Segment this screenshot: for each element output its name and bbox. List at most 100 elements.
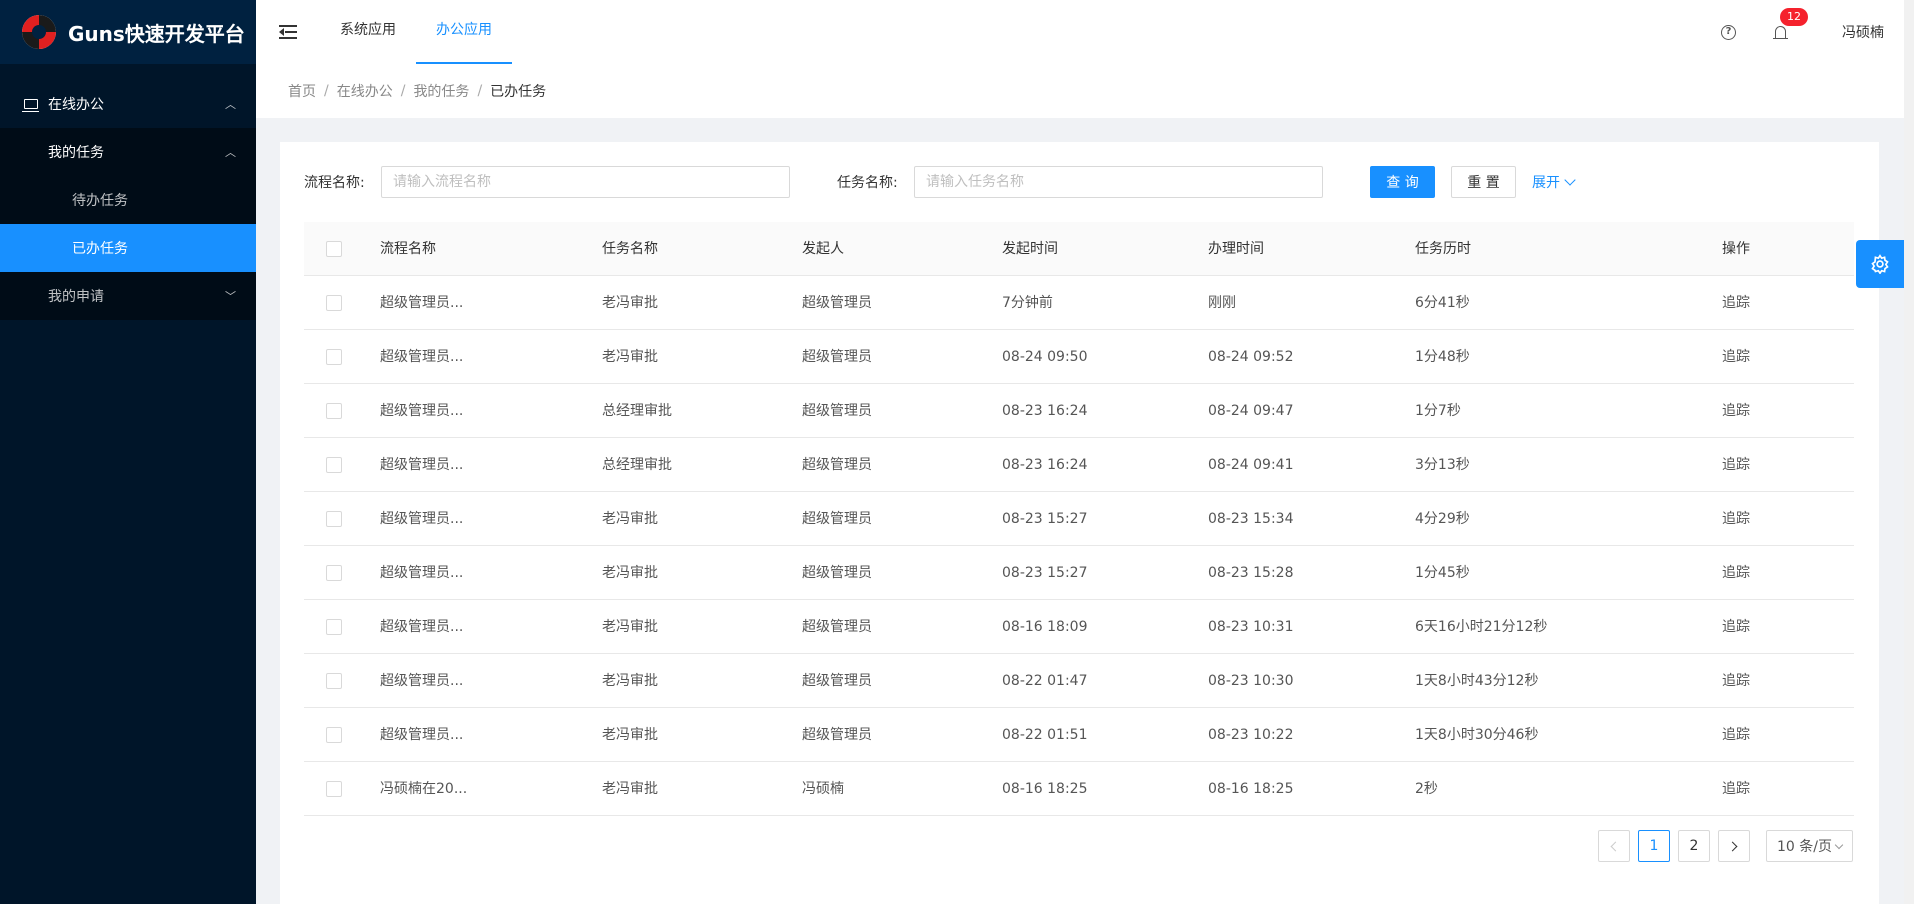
submenu: 我的任务 ︿ 待办任务 已办任务 我的申请 ﹀	[0, 128, 256, 320]
cell-duration: 1天8小时43分12秒	[1415, 673, 1539, 689]
expand-toggle[interactable]: 展开	[1532, 172, 1576, 192]
track-link[interactable]: 追踪	[1722, 384, 1750, 438]
page-2[interactable]: 2	[1678, 830, 1711, 862]
track-link[interactable]: 追踪	[1722, 654, 1750, 708]
table-row[interactable]: 超级管理员... 总经理审批 超级管理员 08-23 16:24 08-24 09:41…	[304, 438, 1854, 492]
menu-fold-icon[interactable]	[256, 0, 320, 64]
scrollbar[interactable]	[1904, 0, 1914, 904]
breadcrumb-my-tasks[interactable]: 我的任务	[413, 81, 469, 101]
cell-initiator: 超级管理员	[802, 403, 872, 419]
page-size-label: 10 条/页	[1777, 839, 1832, 855]
table-row[interactable]: 超级管理员... 老冯审批 超级管理员 08-23 15:27 08-23 15:34 4…	[304, 492, 1854, 546]
breadcrumb: 首页 / 在线办公 / 我的任务 / 已办任务	[256, 64, 1904, 118]
cell-initiator: 超级管理员	[802, 457, 872, 473]
col-start-time: 发起时间	[1002, 241, 1058, 257]
cell-start-time: 7分钟前	[1002, 295, 1053, 311]
chevron-left-icon	[1610, 841, 1621, 851]
cell-duration: 6天16小时21分12秒	[1415, 619, 1548, 635]
sidebar-item-my-applications[interactable]: 我的申请 ﹀	[0, 272, 256, 320]
cell-initiator: 超级管理员	[802, 619, 872, 635]
cell-initiator: 冯硕楠	[802, 781, 844, 797]
sidebar-item-online-office[interactable]: 在线办公 ︿	[0, 80, 256, 128]
notification-badge: 12	[1780, 8, 1808, 26]
search-button[interactable]: 查 询	[1370, 166, 1435, 198]
table-row[interactable]: 超级管理员... 总经理审批 超级管理员 08-23 16:24 08-24 09:47…	[304, 384, 1854, 438]
table-row[interactable]: 超级管理员... 老冯审批 超级管理员 08-22 01:51 08-23 10:22 1…	[304, 708, 1854, 762]
cell-start-time: 08-16 18:25	[1002, 781, 1088, 797]
page-1[interactable]: 1	[1638, 830, 1671, 862]
tab-office-apps[interactable]: 办公应用	[416, 0, 512, 64]
cell-duration: 3分13秒	[1415, 457, 1470, 473]
sidebar-item-label: 在线办公	[48, 97, 104, 113]
reset-button[interactable]: 重 置	[1451, 166, 1516, 198]
cell-start-time: 08-22 01:51	[1002, 727, 1088, 743]
table-row[interactable]: 超级管理员... 老冯审批 超级管理员 08-23 15:27 08-23 15:28 1…	[304, 546, 1854, 600]
row-checkbox[interactable]	[326, 511, 342, 527]
notification-button[interactable]: 12	[1770, 8, 1808, 42]
sidebar-item-my-tasks[interactable]: 我的任务 ︿	[0, 128, 256, 176]
track-link[interactable]: 追踪	[1722, 762, 1750, 816]
sidebar-item-label: 已办任务	[72, 241, 128, 257]
track-link[interactable]: 追踪	[1722, 546, 1750, 600]
page-size-select[interactable]: 10 条/页	[1766, 830, 1853, 862]
cell-duration: 1天8小时30分46秒	[1415, 727, 1539, 743]
cell-process-name: 超级管理员...	[380, 403, 464, 419]
sidebar: Guns快速开发平台 在线办公 ︿ 我的任务 ︿ 待办任务 已办任务 我的申请 …	[0, 0, 256, 904]
cell-task-name: 老冯审批	[602, 295, 658, 311]
track-link[interactable]: 追踪	[1722, 708, 1750, 762]
row-checkbox[interactable]	[326, 565, 342, 581]
content-card: 流程名称: 任务名称: 查 询 重 置 展开 流程名称 任务名称 发起人 发起时…	[280, 142, 1879, 904]
question-icon[interactable]: ?	[1721, 24, 1736, 40]
table-row[interactable]: 超级管理员... 老冯审批 超级管理员 7分钟前 刚刚 6分41秒 追踪	[304, 276, 1854, 330]
logo[interactable]: Guns快速开发平台	[0, 0, 256, 64]
task-name-input[interactable]	[914, 166, 1323, 198]
user-name[interactable]: 冯硕楠	[1842, 22, 1884, 42]
track-link[interactable]: 追踪	[1722, 492, 1750, 546]
track-link[interactable]: 追踪	[1722, 438, 1750, 492]
chevron-down-icon	[1834, 840, 1844, 849]
prev-page-button[interactable]	[1598, 830, 1631, 862]
cell-process-name: 超级管理员...	[380, 619, 464, 635]
cell-initiator: 超级管理员	[802, 511, 872, 527]
laptop-icon	[22, 99, 39, 112]
track-link[interactable]: 追踪	[1722, 330, 1750, 384]
settings-button[interactable]	[1856, 240, 1904, 288]
cell-initiator: 超级管理员	[802, 565, 872, 581]
row-checkbox[interactable]	[326, 673, 342, 689]
cell-start-time: 08-16 18:09	[1002, 619, 1088, 635]
row-checkbox[interactable]	[326, 403, 342, 419]
table-row[interactable]: 超级管理员... 老冯审批 超级管理员 08-16 18:09 08-23 10:31 6…	[304, 600, 1854, 654]
breadcrumb-home[interactable]: 首页	[288, 81, 316, 101]
table-row[interactable]: 冯硕楠在20... 老冯审批 冯硕楠 08-16 18:25 08-16 18:25 2秒…	[304, 762, 1854, 816]
track-link[interactable]: 追踪	[1722, 276, 1750, 330]
next-page-button[interactable]	[1718, 830, 1751, 862]
select-all-checkbox[interactable]	[326, 241, 342, 257]
cell-start-time: 08-23 16:24	[1002, 457, 1088, 473]
cell-task-name: 老冯审批	[602, 565, 658, 581]
sidebar-item-label: 我的申请	[48, 289, 104, 305]
table-row[interactable]: 超级管理员... 老冯审批 超级管理员 08-24 09:50 08-24 09:52 1…	[304, 330, 1854, 384]
row-checkbox[interactable]	[326, 295, 342, 311]
row-checkbox[interactable]	[326, 781, 342, 797]
col-handled-time: 办理时间	[1208, 241, 1264, 257]
chevron-down-icon	[1564, 173, 1576, 186]
row-checkbox[interactable]	[326, 349, 342, 365]
process-name-input[interactable]	[381, 166, 790, 198]
tab-system-apps[interactable]: 系统应用	[320, 0, 416, 64]
track-link[interactable]: 追踪	[1722, 600, 1750, 654]
breadcrumb-online-office[interactable]: 在线办公	[337, 81, 393, 101]
row-checkbox[interactable]	[326, 457, 342, 473]
cell-initiator: 超级管理员	[802, 673, 872, 689]
process-name-label: 流程名称:	[304, 175, 365, 191]
gear-icon	[1871, 254, 1889, 274]
row-checkbox[interactable]	[326, 619, 342, 635]
table-row[interactable]: 超级管理员... 老冯审批 超级管理员 08-22 01:47 08-23 10:30 1…	[304, 654, 1854, 708]
cell-task-name: 老冯审批	[602, 511, 658, 527]
col-initiator: 发起人	[802, 241, 844, 257]
sidebar-item-todo-tasks[interactable]: 待办任务	[0, 176, 256, 224]
cell-duration: 1分48秒	[1415, 349, 1470, 365]
col-process-name: 流程名称	[380, 241, 436, 257]
app-title: Guns快速开发平台	[68, 21, 245, 46]
row-checkbox[interactable]	[326, 727, 342, 743]
sidebar-item-done-tasks[interactable]: 已办任务	[0, 224, 256, 272]
